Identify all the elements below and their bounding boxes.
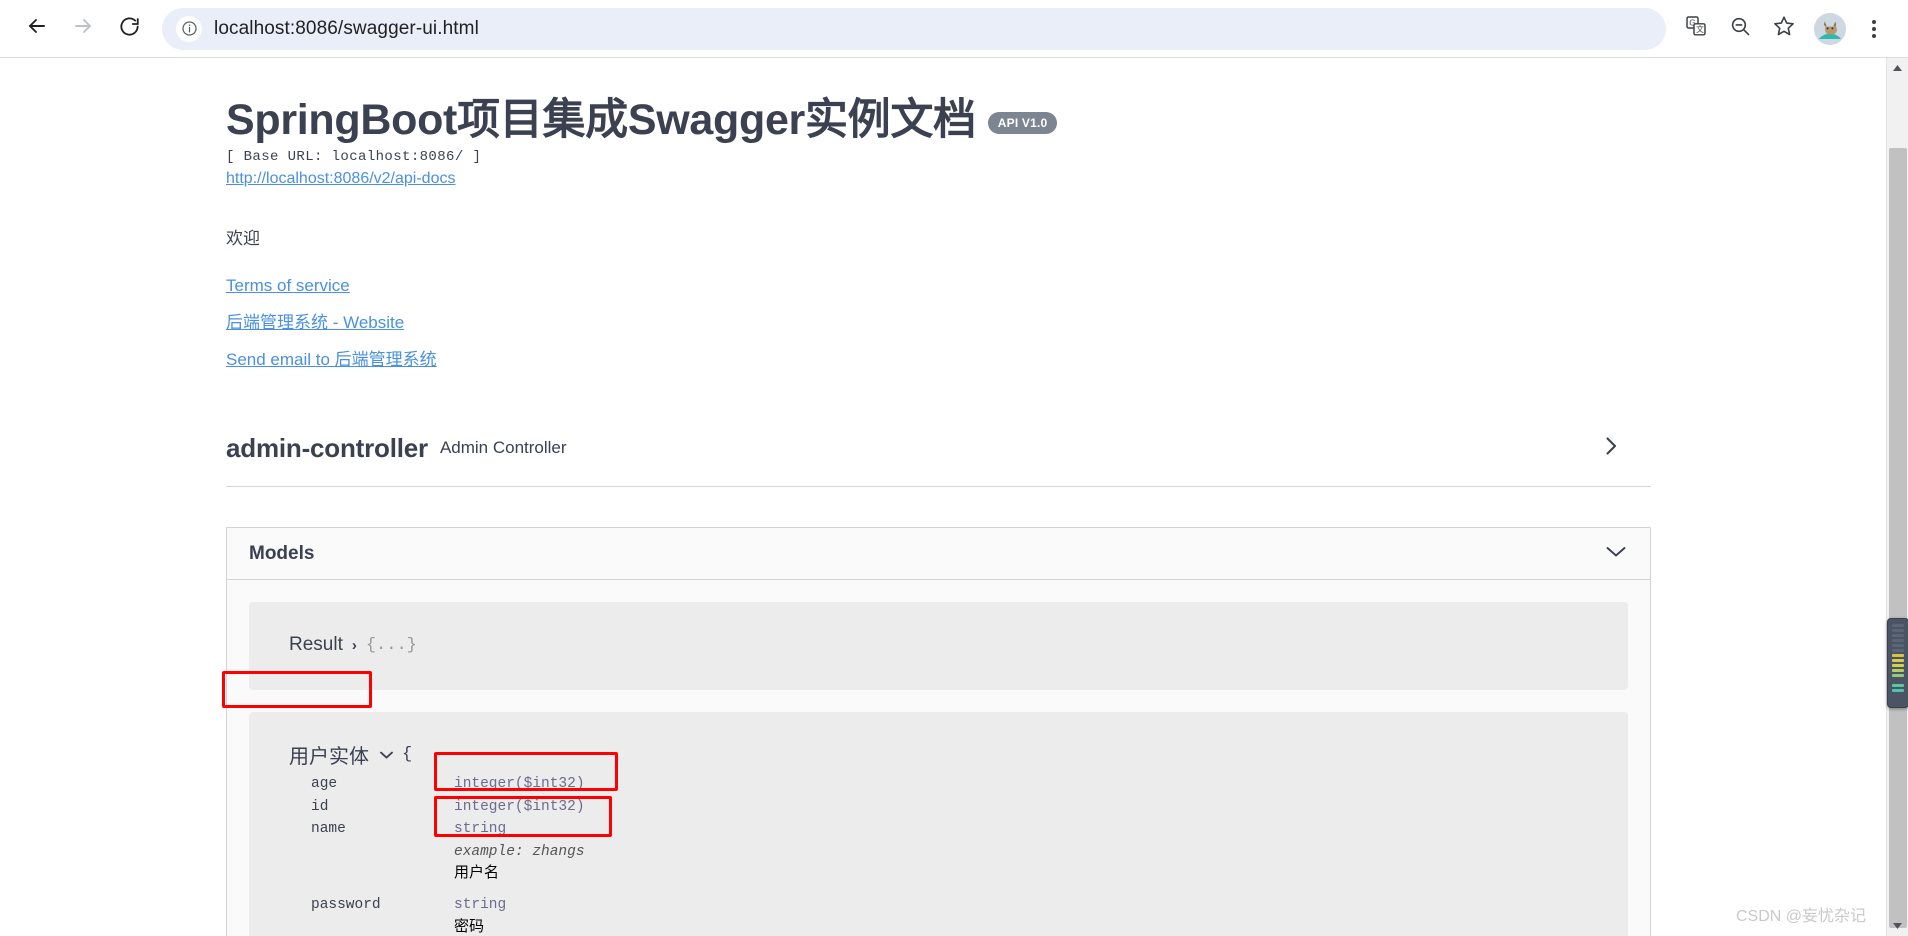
api-title-row: SpringBoot项目集成Swagger实例文档 API V1.0 [226,96,1651,144]
chevron-down-icon[interactable] [1604,544,1628,564]
api-version-badge: API V1.0 [987,112,1058,135]
scroll-down-arrow-icon[interactable] [1887,916,1908,936]
table-row: password string 密码 [311,894,585,936]
model-open-brace: { [402,745,413,765]
scroll-up-arrow-icon[interactable] [1887,58,1908,78]
property-type: integer($int32) [454,776,585,793]
models-panel: Models Result › {...} 用户实体 {age integer… [226,527,1651,936]
browser-toolbar: localhost:8086/swagger-ui.html G 文 [0,0,1908,57]
translate-icon: G 文 [1685,15,1707,42]
page-viewport: SpringBoot项目集成Swagger实例文档 API V1.0 [ Bas… [0,58,1908,936]
site-info-icon[interactable] [176,15,202,42]
property-name: password [311,897,381,914]
tag-description: Admin Controller [439,437,567,457]
address-bar[interactable]: localhost:8086/swagger-ui.html [162,7,1666,50]
property-type: string [454,897,507,914]
scrollbar-thumb-gadget[interactable] [1887,618,1908,708]
tag-name[interactable]: admin-controller [226,433,428,464]
page-scrollbar[interactable] [1886,58,1908,936]
three-dot-menu-icon [1872,26,1876,31]
three-dot-menu-icon [1872,19,1876,24]
model-user-entity-body: 用户实体 { age integer($int32) id integer($i… [271,730,1606,936]
property-name: name [311,821,346,838]
scrollbar-track[interactable] [1887,78,1908,928]
zoom-out-button[interactable] [1718,7,1762,51]
property-type: string [454,821,507,838]
chevron-right-icon[interactable] [1604,434,1651,463]
property-example: example: zhangs [454,843,585,860]
property-description: 用户名 [454,864,500,882]
reload-icon [118,15,141,43]
svg-text:文: 文 [1696,24,1704,34]
models-title: Models [249,542,315,564]
address-bar-url[interactable]: localhost:8086/swagger-ui.html [214,18,479,40]
forward-button[interactable] [60,6,106,52]
browser-actions: G 文 [1674,7,1894,51]
scrollbar-thumb[interactable] [1889,148,1907,928]
models-header[interactable]: Models [227,528,1650,581]
page-title: SpringBoot项目集成Swagger实例文档 [226,96,976,144]
contact-email-link[interactable]: Send email to 后端管理系统 [226,345,1651,370]
api-docs-link[interactable]: http://localhost:8086/v2/api-docs [226,170,455,188]
property-name: age [311,776,338,793]
model-user-entity-name[interactable]: 用户实体 [289,740,369,769]
api-links-list: Terms of service 后端管理系统 - Website Send e… [226,276,1651,370]
profile-avatar[interactable] [1814,12,1846,45]
translate-button[interactable]: G 文 [1674,7,1718,51]
api-description: 欢迎 [226,229,260,249]
api-info-block: SpringBoot项目集成Swagger实例文档 API V1.0 [ Bas… [226,58,1651,370]
property-type: integer($int32) [454,798,585,815]
swagger-content: SpringBoot项目集成Swagger实例文档 API V1.0 [ Bas… [226,58,1651,936]
table-spacer-row [311,883,585,894]
table-row: name string example: zhangs 用户名 [311,818,585,883]
back-arrow-icon [25,14,49,43]
table-row: age integer($int32) [311,773,585,795]
base-url-text: [ Base URL: localhost:8086/ ] [226,149,482,166]
tag-section-admin-controller[interactable]: admin-controller Admin Controller [226,433,1651,488]
model-result: Result › {...} [249,602,1628,691]
back-button[interactable] [14,6,60,52]
chevron-down-icon[interactable] [379,750,394,760]
star-bookmark-icon [1772,14,1796,43]
models-body: Result › {...} 用户实体 {age integer($int32… [227,580,1650,936]
chevron-right-icon[interactable]: › [352,637,357,654]
bookmark-button[interactable] [1762,7,1806,51]
chrome-menu-button[interactable] [1854,7,1894,51]
swagger-ui-page: SpringBoot项目集成Swagger实例文档 API V1.0 [ Bas… [0,58,1880,936]
property-name: id [311,798,329,815]
terms-of-service-link[interactable]: Terms of service [226,276,1651,296]
forward-arrow-icon [71,14,95,43]
model-user-entity: 用户实体 { age integer($int32) id integer($i… [249,712,1628,936]
model-properties-table: age integer($int32) id integer($int32) n… [311,773,585,936]
table-row: id integer($int32) [311,796,585,818]
model-user-entity-header[interactable]: 用户实体 { [289,740,1606,769]
three-dot-menu-icon [1872,33,1876,38]
property-description: 密码 [454,917,485,935]
avatar-image [1814,12,1846,45]
website-link[interactable]: 后端管理系统 - Website [226,308,1651,333]
model-result-braces: {...} [365,635,417,655]
model-result-header[interactable]: Result › {...} [271,620,1606,672]
watermark: CSDN @妄忧杂记 [1735,908,1866,925]
model-result-name[interactable]: Result [289,634,343,656]
reload-button[interactable] [106,6,152,52]
zoom-out-icon [1729,15,1752,43]
